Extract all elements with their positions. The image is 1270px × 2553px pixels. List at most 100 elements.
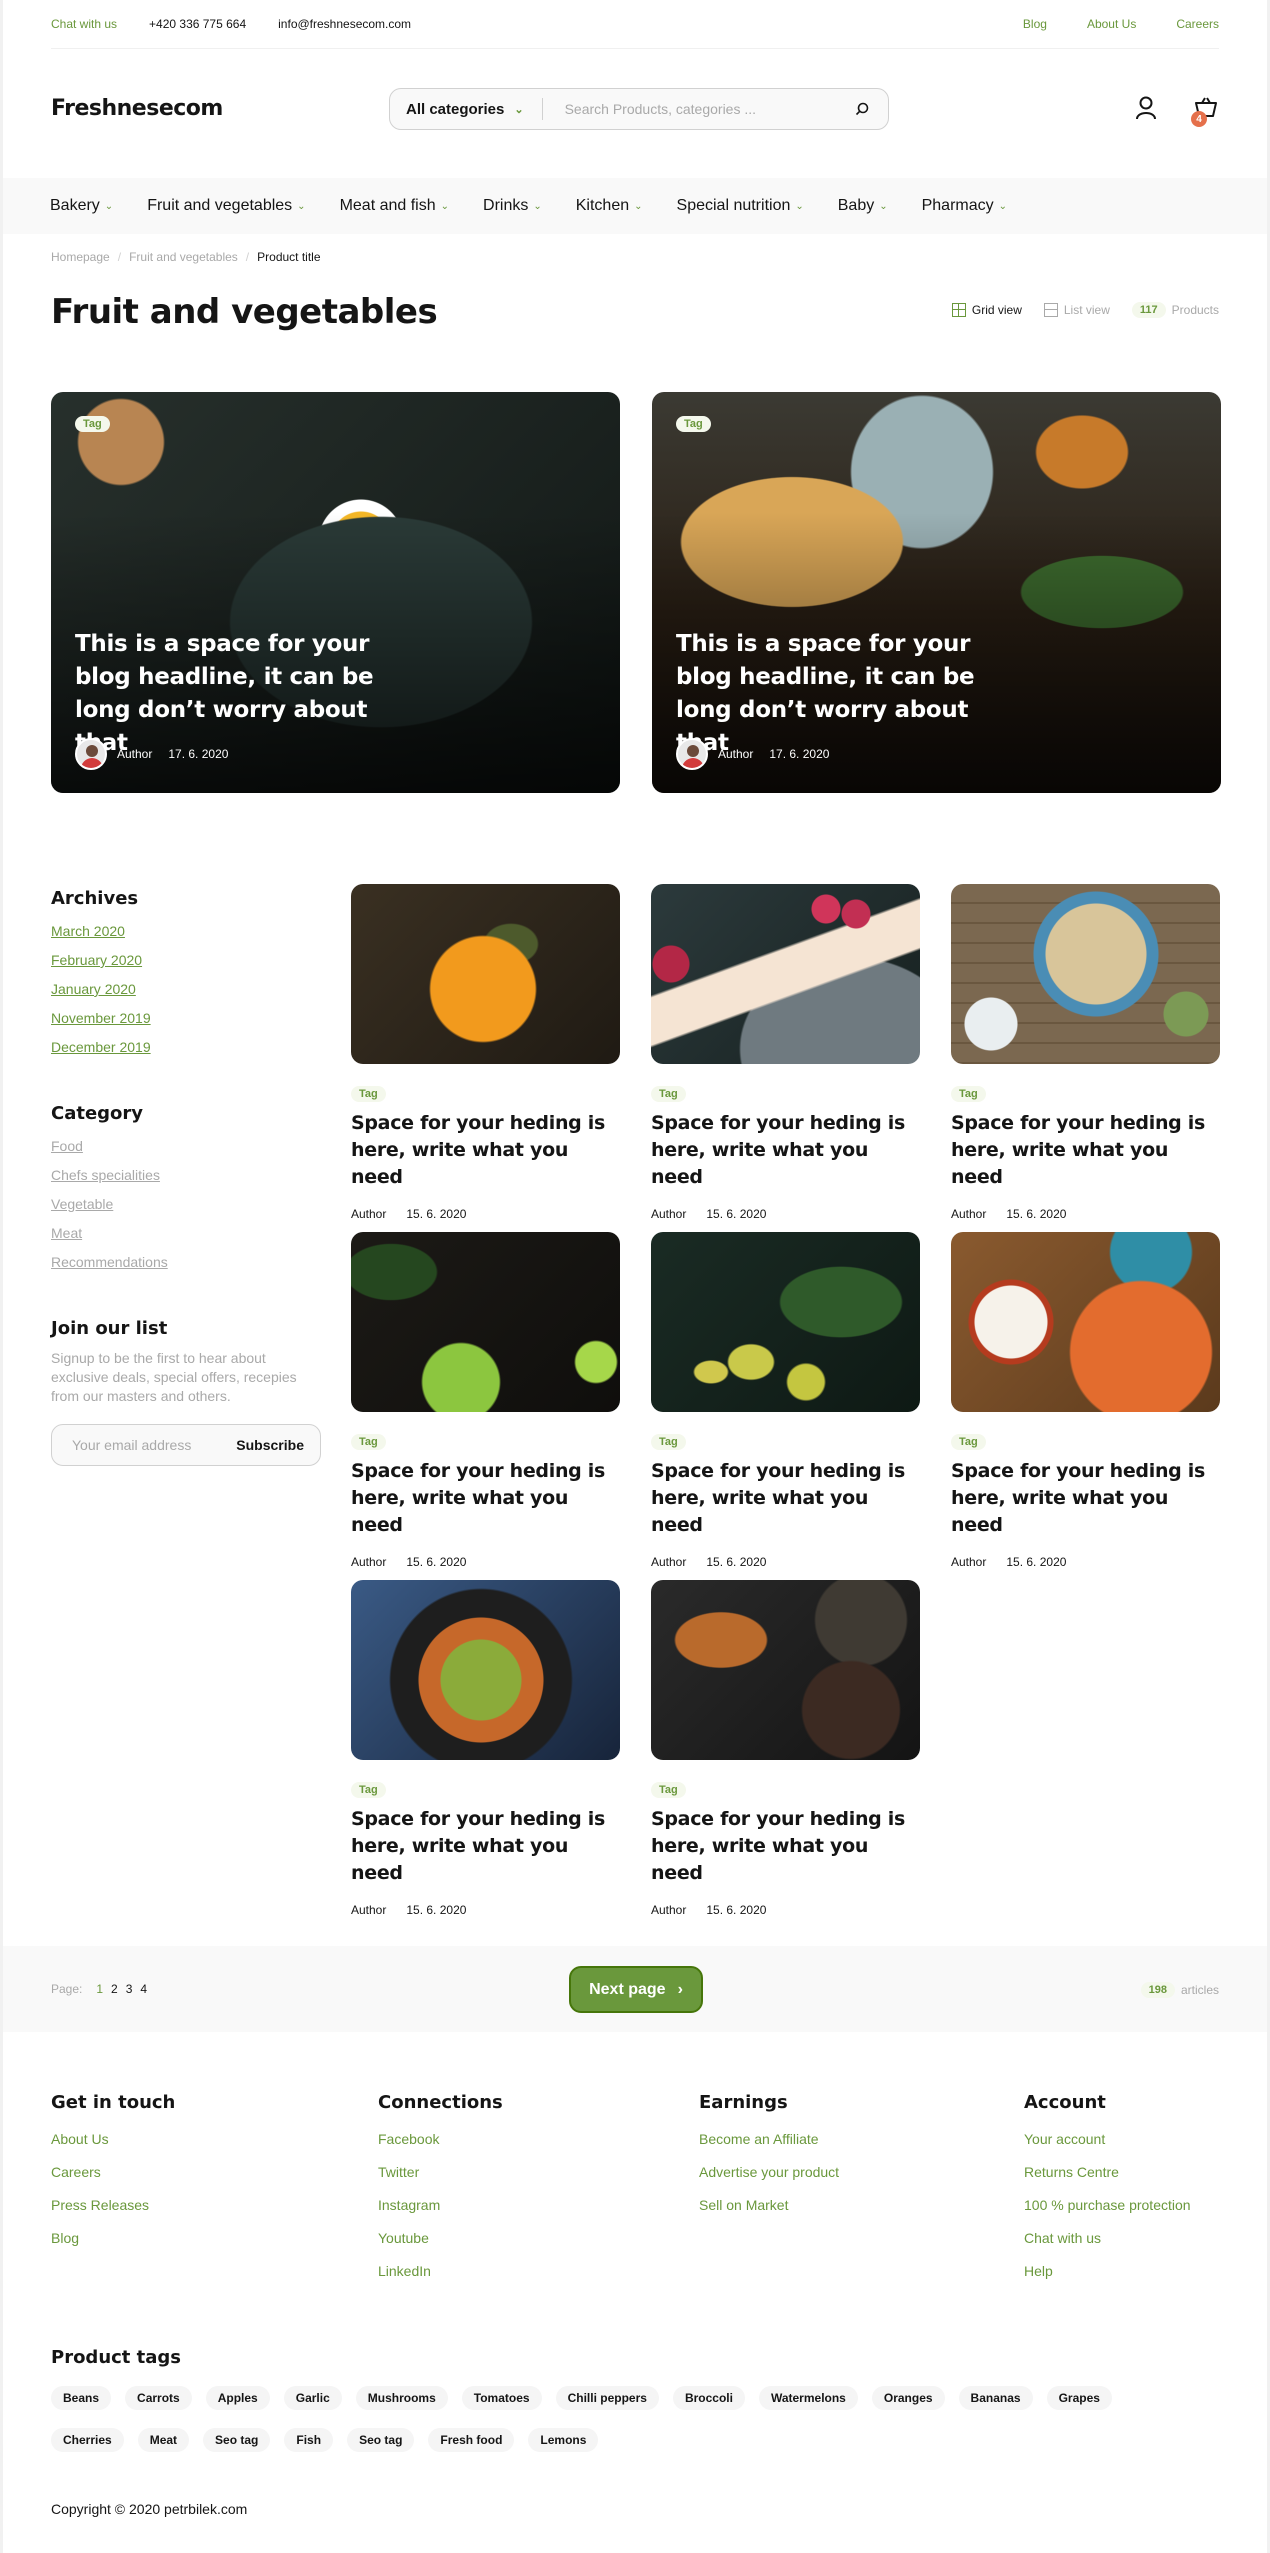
- post-tag[interactable]: Tag: [75, 416, 110, 432]
- featured-post[interactable]: Tag This is a space for your blog headli…: [652, 392, 1221, 793]
- footer-link[interactable]: Youtube: [378, 2230, 503, 2246]
- category-link[interactable]: Meat: [51, 1225, 321, 1241]
- product-tag[interactable]: Oranges: [871, 2386, 945, 2410]
- product-tag[interactable]: Meat: [137, 2428, 190, 2452]
- product-tag[interactable]: Seo tag: [347, 2428, 415, 2452]
- email-field[interactable]: [72, 1437, 237, 1453]
- breadcrumb-category[interactable]: Fruit and vegetables: [129, 250, 238, 264]
- post-title[interactable]: Space for your heding is here, write wha…: [351, 1806, 620, 1887]
- featured-post[interactable]: Tag This is a space for your blog headli…: [51, 392, 620, 793]
- product-tag[interactable]: Garlic: [283, 2386, 342, 2410]
- product-tag[interactable]: Tomatoes: [461, 2386, 542, 2410]
- post-tag[interactable]: Tag: [351, 1782, 386, 1798]
- cart-icon[interactable]: 4: [1191, 95, 1219, 127]
- post-tag[interactable]: Tag: [351, 1086, 386, 1102]
- post-card[interactable]: Tag Space for your heding is here, write…: [951, 1232, 1220, 1569]
- footer-link[interactable]: Your account: [1024, 2131, 1191, 2147]
- post-tag[interactable]: Tag: [676, 416, 711, 432]
- grid-view-toggle[interactable]: Grid view: [951, 303, 1022, 317]
- post-card[interactable]: Tag Space for your heding is here, write…: [951, 884, 1220, 1221]
- chat-link[interactable]: Chat with us: [51, 17, 117, 31]
- product-tag[interactable]: Bananas: [958, 2386, 1033, 2410]
- post-tag[interactable]: Tag: [951, 1434, 986, 1450]
- footer-link[interactable]: Facebook: [378, 2131, 503, 2147]
- nav-item-bakery[interactable]: Bakery ⌄: [50, 197, 113, 215]
- footer-link[interactable]: Advertise your product: [699, 2164, 839, 2180]
- footer-link[interactable]: LinkedIn: [378, 2263, 503, 2279]
- page-link-1[interactable]: 1: [96, 1982, 103, 1996]
- user-icon[interactable]: [1133, 95, 1159, 121]
- post-card[interactable]: Tag Space for your heding is here, write…: [651, 884, 920, 1221]
- careers-link[interactable]: Careers: [1176, 17, 1219, 31]
- page-link-3[interactable]: 3: [126, 1982, 133, 1996]
- post-title[interactable]: Space for your heding is here, write wha…: [651, 1806, 920, 1887]
- nav-item-meat-and-fish[interactable]: Meat and fish ⌄: [340, 197, 449, 215]
- archive-link[interactable]: March 2020: [51, 923, 321, 939]
- post-card[interactable]: Tag Space for your heding is here, write…: [351, 1232, 620, 1569]
- category-link[interactable]: Recommendations: [51, 1254, 321, 1270]
- post-title[interactable]: Space for your heding is here, write wha…: [651, 1458, 920, 1539]
- page-link-2[interactable]: 2: [111, 1982, 118, 1996]
- product-tag[interactable]: Carrots: [125, 2386, 192, 2410]
- product-tag[interactable]: Apples: [205, 2386, 270, 2410]
- page-link-4[interactable]: 4: [140, 1982, 147, 1996]
- footer-link[interactable]: Press Releases: [51, 2197, 175, 2213]
- product-tag[interactable]: Fish: [284, 2428, 334, 2452]
- footer-link[interactable]: Sell on Market: [699, 2197, 839, 2213]
- search-input[interactable]: [542, 101, 852, 117]
- nav-item-special-nutrition[interactable]: Special nutrition ⌄: [677, 197, 804, 215]
- post-tag[interactable]: Tag: [351, 1434, 386, 1450]
- archive-link[interactable]: December 2019: [51, 1039, 321, 1055]
- product-tag[interactable]: Watermelons: [758, 2386, 858, 2410]
- post-title[interactable]: Space for your heding is here, write wha…: [651, 1110, 920, 1191]
- list-view-toggle[interactable]: List view: [1043, 303, 1110, 317]
- product-tag[interactable]: Chilli peppers: [555, 2386, 659, 2410]
- product-tag[interactable]: Grapes: [1046, 2386, 1112, 2410]
- footer-link[interactable]: Become an Affiliate: [699, 2131, 839, 2147]
- post-tag[interactable]: Tag: [651, 1086, 686, 1102]
- footer-link[interactable]: Careers: [51, 2164, 175, 2180]
- archive-link[interactable]: January 2020: [51, 981, 321, 997]
- post-card[interactable]: Tag Space for your heding is here, write…: [651, 1232, 920, 1569]
- post-card[interactable]: Tag Space for your heding is here, write…: [651, 1580, 920, 1917]
- footer-link[interactable]: Twitter: [378, 2164, 503, 2180]
- subscribe-button[interactable]: Subscribe: [236, 1437, 304, 1453]
- post-tag[interactable]: Tag: [951, 1086, 986, 1102]
- post-card[interactable]: Tag Space for your heding is here, write…: [351, 1580, 620, 1917]
- post-title[interactable]: Space for your heding is here, write wha…: [351, 1110, 620, 1191]
- nav-item-drinks[interactable]: Drinks ⌄: [483, 197, 542, 215]
- footer-link[interactable]: Help: [1024, 2263, 1191, 2279]
- footer-link[interactable]: Chat with us: [1024, 2230, 1191, 2246]
- post-tag[interactable]: Tag: [651, 1434, 686, 1450]
- category-link[interactable]: Chefs specialities: [51, 1167, 321, 1183]
- category-link[interactable]: Food: [51, 1138, 321, 1154]
- footer-link[interactable]: Instagram: [378, 2197, 503, 2213]
- archive-link[interactable]: November 2019: [51, 1010, 321, 1026]
- product-tag[interactable]: Seo tag: [203, 2428, 271, 2452]
- product-tag[interactable]: Fresh food: [428, 2428, 515, 2452]
- logo[interactable]: Freshnesecom: [51, 96, 223, 121]
- about-link[interactable]: About Us: [1087, 17, 1136, 31]
- category-select[interactable]: All categories ⌄: [406, 98, 543, 120]
- post-title[interactable]: Space for your heding is here, write wha…: [351, 1458, 620, 1539]
- post-card[interactable]: Tag Space for your heding is here, write…: [351, 884, 620, 1221]
- product-tag[interactable]: Broccoli: [672, 2386, 745, 2410]
- footer-link[interactable]: About Us: [51, 2131, 175, 2147]
- blog-link[interactable]: Blog: [1023, 17, 1047, 31]
- product-tag[interactable]: Cherries: [51, 2428, 124, 2452]
- next-page-button[interactable]: Next page ›: [569, 1966, 703, 2013]
- nav-item-kitchen[interactable]: Kitchen ⌄: [576, 197, 643, 215]
- product-tag[interactable]: Lemons: [528, 2428, 599, 2452]
- post-tag[interactable]: Tag: [651, 1782, 686, 1798]
- breadcrumb-home[interactable]: Homepage: [51, 250, 110, 264]
- nav-item-fruit-and-vegetables[interactable]: Fruit and vegetables ⌄: [147, 197, 305, 215]
- footer-link[interactable]: Returns Centre: [1024, 2164, 1191, 2180]
- nav-item-baby[interactable]: Baby ⌄: [838, 197, 888, 215]
- post-title[interactable]: Space for your heding is here, write wha…: [951, 1110, 1220, 1191]
- product-tag[interactable]: Beans: [51, 2386, 112, 2410]
- footer-link[interactable]: 100 % purchase protection: [1024, 2197, 1191, 2213]
- nav-item-pharmacy[interactable]: Pharmacy ⌄: [922, 197, 1007, 215]
- footer-link[interactable]: Blog: [51, 2230, 175, 2246]
- product-tag[interactable]: Mushrooms: [355, 2386, 448, 2410]
- archive-link[interactable]: February 2020: [51, 952, 321, 968]
